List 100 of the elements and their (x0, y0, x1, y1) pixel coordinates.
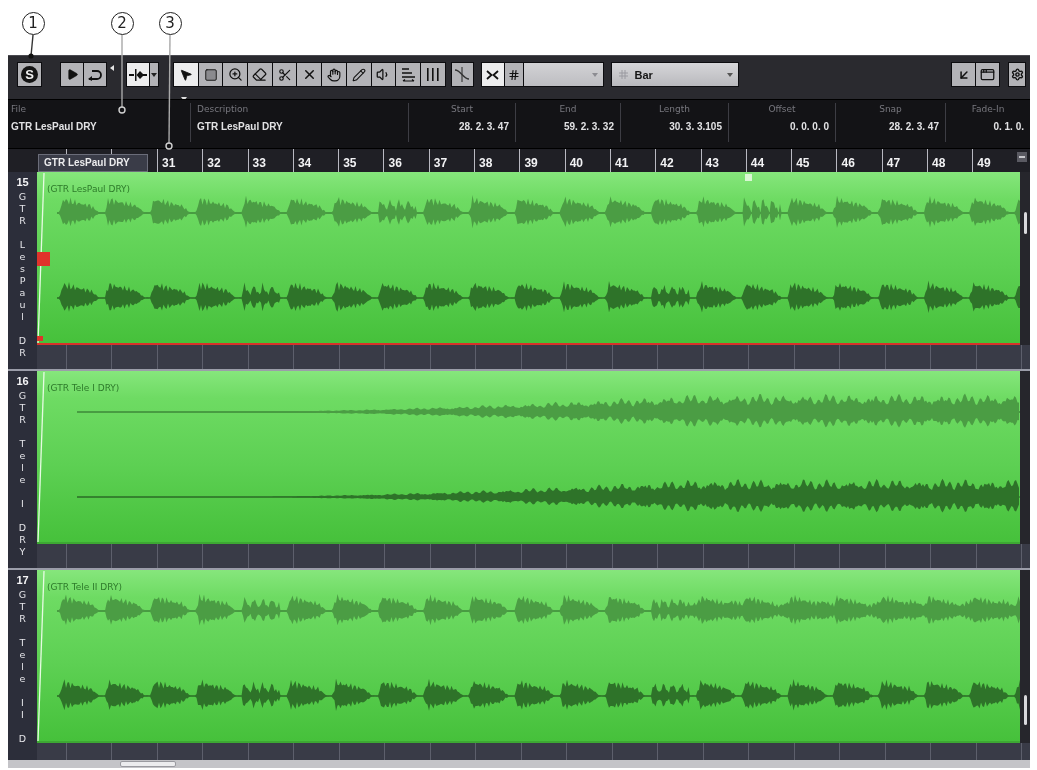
window-icon (980, 67, 995, 82)
tool-button[interactable] (197, 62, 224, 87)
tool-button[interactable] (419, 62, 446, 87)
event-label: GTR LesPaul DRY (38, 154, 148, 172)
window-button[interactable] (975, 62, 1000, 87)
track-name: GTR LesPaul DR (17, 191, 28, 359)
vertical-scrollbar[interactable] (1020, 570, 1030, 743)
tool-button[interactable] (173, 62, 199, 87)
callout-number: 2 (110, 12, 134, 35)
dropdown-arrow-button[interactable] (149, 62, 159, 87)
scroll-thumb[interactable] (120, 761, 176, 767)
info-label: Description (197, 103, 249, 115)
bar-number: 37 (433, 156, 448, 170)
bar-number: 48 (932, 156, 946, 170)
bar-number: 32 (207, 156, 221, 170)
event-title: (GTR Tele I DRY) (47, 383, 120, 393)
settings-icon (1010, 68, 1024, 81)
info-label: Fade-In (971, 103, 1005, 115)
square-marker-icon[interactable] (37, 252, 50, 266)
solo-button[interactable]: S (17, 62, 42, 87)
fade-in-line[interactable] (37, 172, 45, 343)
arrow-down-left-button[interactable] (951, 62, 976, 87)
bar-number: 44 (750, 156, 765, 170)
tool-button[interactable] (395, 62, 421, 87)
minus-icon (1019, 156, 1025, 158)
track-number: 16 (16, 375, 29, 387)
tool-button[interactable] (271, 62, 298, 87)
caret-down-icon (151, 72, 157, 77)
info-label: Start (451, 103, 473, 115)
quantize-dropdown[interactable]: Bar (610, 62, 739, 87)
grid-button[interactable] (503, 62, 524, 87)
play-icon (65, 68, 79, 81)
tool-button[interactable] (321, 62, 347, 87)
info-label: Offset (768, 103, 796, 115)
zoom-icon (227, 67, 243, 82)
ruler[interactable]: GTR LesPaul DRY 31 32 33 34 35 36 37 38 39 40 41 42 43 44 45 46 47 48 49 (8, 148, 1030, 172)
arrows-inward-icon (486, 69, 500, 80)
info-value[interactable]: 28. 2. 3. 47 (888, 121, 939, 133)
track-number: 15 (16, 176, 29, 188)
bar-number: 43 (705, 156, 719, 170)
vertical-bars-icon (426, 68, 439, 81)
tool-button[interactable] (247, 62, 273, 87)
track-number: 17 (16, 574, 29, 586)
diamond-line-icon (129, 68, 147, 81)
bar-number: 46 (841, 156, 855, 170)
vertical-scrollbar[interactable] (1020, 371, 1030, 544)
bar-number: 33 (252, 156, 266, 170)
info-value[interactable]: GTR LesPaul DRY (11, 121, 97, 133)
tool-button[interactable] (296, 62, 323, 87)
return-arrow-icon (88, 68, 102, 81)
caret-down-icon (591, 72, 598, 77)
settings-button[interactable] (1008, 62, 1026, 87)
info-label: End (559, 103, 577, 115)
info-value[interactable]: 59. 2. 3. 32 (563, 121, 614, 133)
callout-number: 1 (21, 12, 45, 35)
pencil-icon (351, 67, 366, 82)
bar-number: 36 (388, 156, 402, 170)
track-name: GTR Tele II D (17, 589, 28, 745)
callout-number: 3 (158, 12, 182, 35)
bar-number: 47 (886, 156, 901, 170)
crossed-lines-button[interactable] (450, 62, 474, 87)
scroll-thumb[interactable] (1023, 212, 1027, 234)
bar-number: 49 (977, 156, 991, 170)
event-title: (GTR Tele II DRY) (47, 582, 122, 592)
caret-down-icon (726, 72, 733, 77)
caret-left-icon (110, 65, 114, 71)
tool-button[interactable] (370, 62, 397, 87)
square-icon (203, 67, 218, 82)
loop-button[interactable] (83, 62, 107, 87)
info-value[interactable]: 0. 1. 0. (993, 121, 1024, 133)
top-marker-icon[interactable] (745, 174, 752, 181)
eraser-icon (252, 67, 268, 82)
info-value[interactable]: 28. 2. 3. 47 (458, 121, 509, 133)
track-name: GTR Tele I DRY (17, 390, 28, 558)
crossed-lines-icon (454, 67, 471, 82)
info-value[interactable]: 0. 0. 0. 0 (790, 121, 829, 133)
play-button[interactable] (60, 62, 84, 87)
zero-crossing-button[interactable] (480, 62, 505, 87)
grid-icon (618, 70, 628, 79)
hand-icon (326, 67, 341, 82)
tool-button[interactable] (222, 62, 249, 87)
scroll-thumb[interactable] (1023, 695, 1027, 725)
info-label: File (11, 103, 27, 115)
info-label: Snap (879, 103, 902, 115)
corner-marker-icon[interactable] (37, 336, 43, 341)
arrow-pointer-icon (178, 67, 193, 82)
tool-button[interactable] (345, 62, 372, 87)
scissors-icon (277, 67, 292, 82)
info-label: Length (658, 103, 690, 115)
vertical-scrollbar[interactable] (1020, 172, 1030, 345)
info-value[interactable]: GTR LesPaul DRY (197, 121, 283, 133)
info-value[interactable]: 30. 3. 3.105 (669, 121, 722, 133)
bar-number: 40 (569, 156, 584, 170)
horizontal-scrollbar[interactable] (8, 760, 1030, 768)
bar-number: 35 (343, 156, 357, 170)
bar-number: 39 (524, 156, 538, 170)
bar-number: 38 (479, 156, 493, 170)
bar-number: 42 (660, 156, 674, 170)
marker-button[interactable] (126, 62, 150, 87)
ruler-menu-button[interactable] (1017, 152, 1027, 162)
